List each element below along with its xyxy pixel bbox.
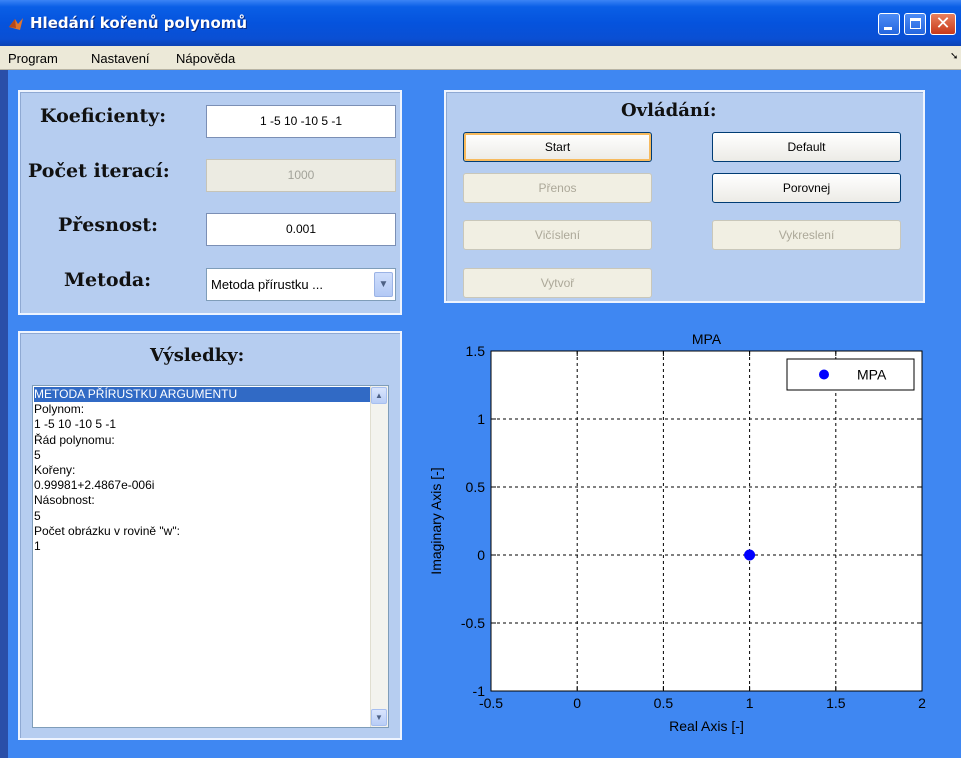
legend-label: MPA [857,367,887,383]
menu-bar: Program Nastavení Nápověda ➘ [0,46,961,70]
x-tick-label: 1.5 [826,695,846,711]
main-area: Koeficienty: 1 -5 10 -10 5 -1 Počet iter… [8,70,961,758]
y-axis-label: Imaginary Axis [-] [428,467,444,574]
y-tick-label: 1 [477,411,485,427]
close-icon: ✕ [935,13,951,34]
menu-nastaveni[interactable]: Nastavení [91,51,150,66]
mpa-chart[interactable]: -0.5 0 0.5 1 1.5 2-1-0.500.511.5MPAReal Axis … [8,70,961,758]
matlab-icon [9,18,23,30]
plot-area [490,350,923,692]
y-tick-label: 0.5 [466,479,486,495]
x-tick-label: 0.5 [654,695,674,711]
maximize-icon [910,18,921,29]
data-point [744,549,756,561]
x-tick-label: 2 [918,695,926,711]
x-tick-label: 1 [746,695,754,711]
toolbar-dock-arrow-icon[interactable]: ➘ [950,51,958,62]
minimize-button[interactable] [878,13,900,35]
x-axis-label: Real Axis [-] [669,718,744,734]
y-tick-label: 0 [477,547,485,563]
y-tick-label: -1 [473,683,486,699]
title-bar[interactable]: Hledání kořenů polynomů ✕ [0,0,961,46]
maximize-button[interactable] [904,13,926,35]
window-title: Hledání kořenů polynomů [30,14,248,32]
y-tick-label: 1.5 [466,343,486,359]
legend-box [786,358,915,391]
menu-napoveda[interactable]: Nápověda [176,51,235,66]
y-tick-label: -0.5 [461,615,485,631]
minimize-icon [884,27,892,30]
chart-title: MPA [692,331,722,347]
legend-marker [819,369,829,380]
menu-program[interactable]: Program [8,51,58,66]
close-button[interactable]: ✕ [930,13,956,35]
x-tick-label: 0 [573,695,581,711]
